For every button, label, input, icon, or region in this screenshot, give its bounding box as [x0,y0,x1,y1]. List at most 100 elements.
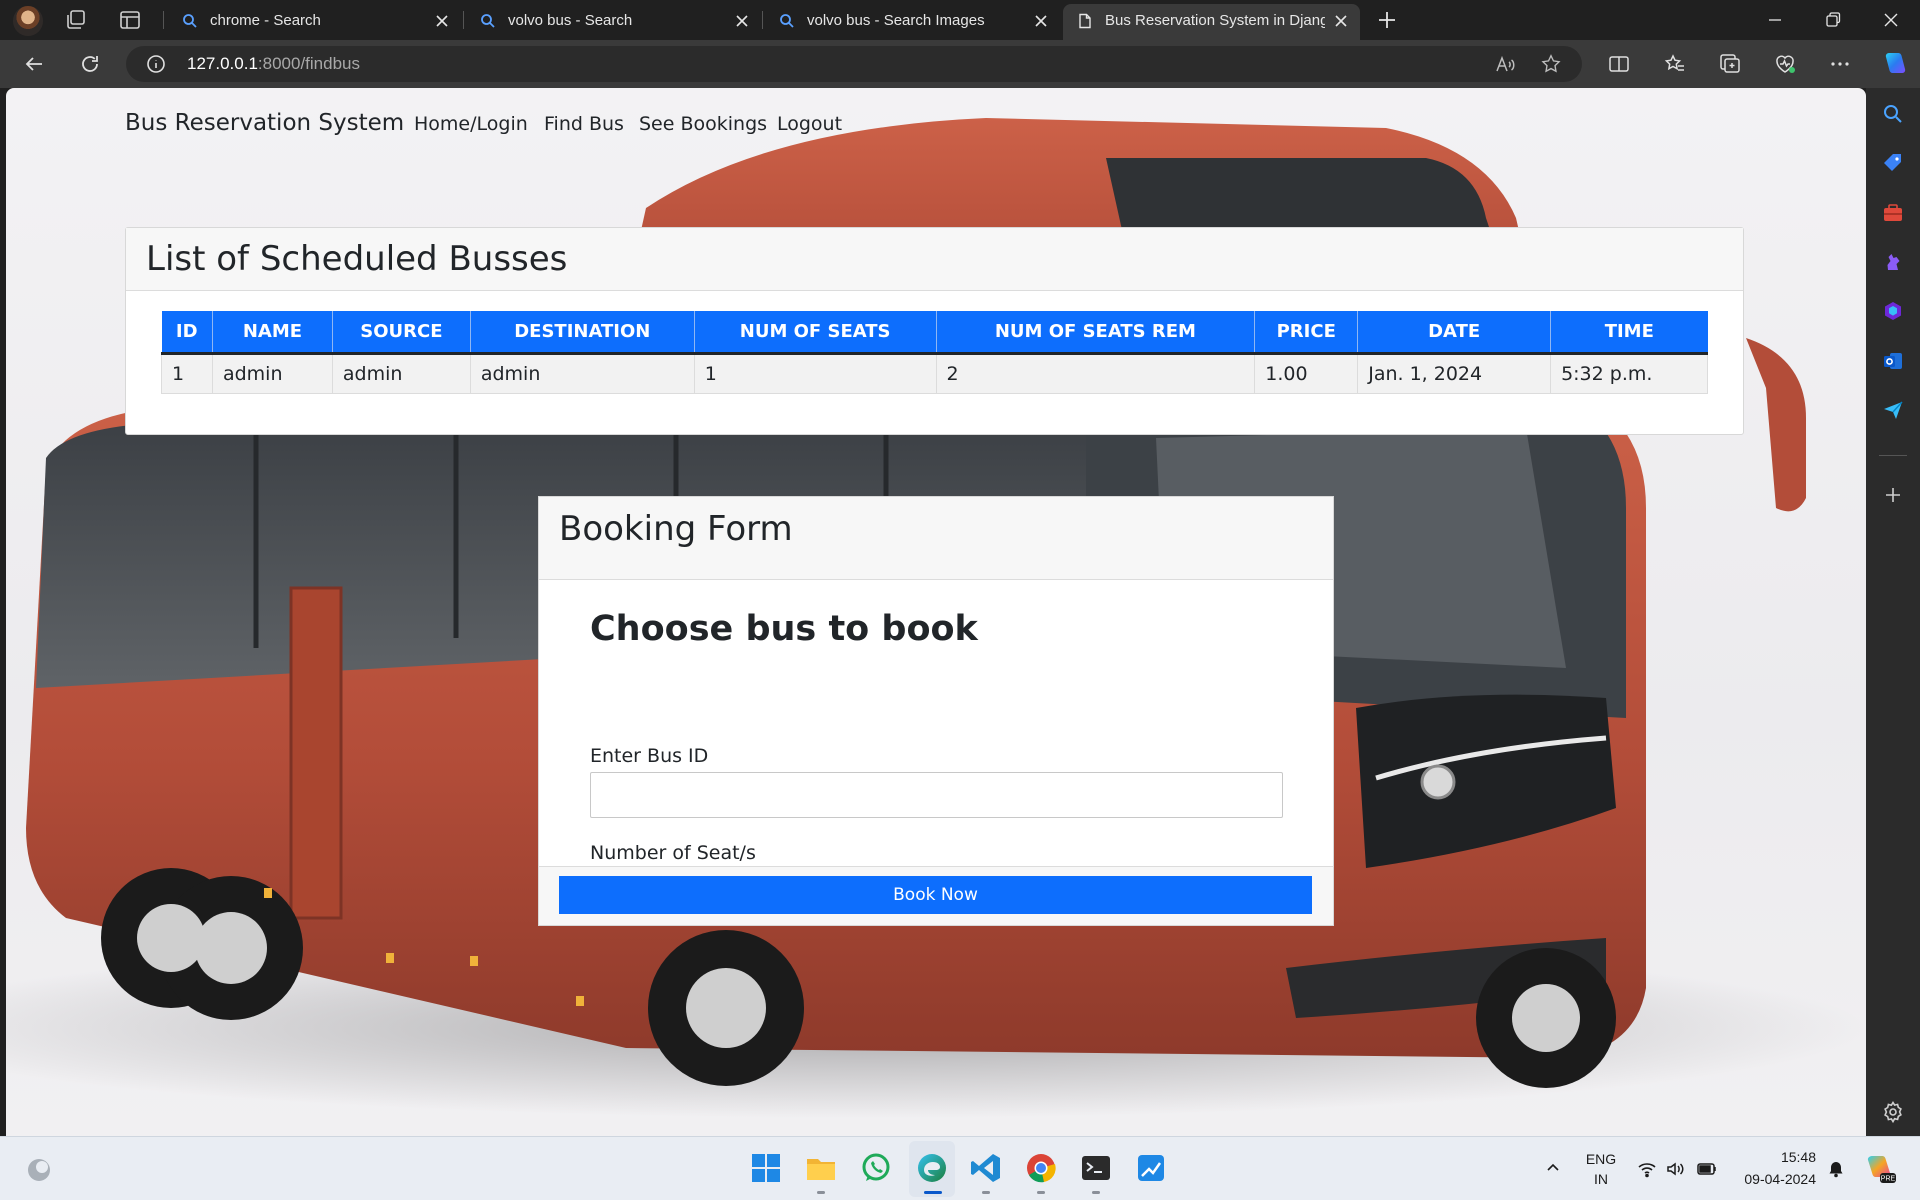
volume-icon[interactable] [1665,1159,1685,1179]
nav-see-bookings[interactable]: See Bookings [639,113,767,135]
outlook-icon[interactable] [1881,349,1905,373]
nav-logout[interactable]: Logout [777,113,842,135]
table-header-row: ID NAME SOURCE DESTINATION NUM OF SEATS … [161,311,1708,355]
chevron-up-icon[interactable] [1544,1159,1562,1177]
column-header-destination: DESTINATION [469,311,695,355]
collections-icon[interactable] [1718,52,1742,76]
tab-volvo-bus-images[interactable]: volvo bus - Search Images [765,4,1061,40]
search-icon [481,14,495,28]
edge-icon[interactable] [914,1150,950,1186]
booking-form-footer: Book Now [538,866,1334,926]
tab-chrome-search[interactable]: chrome - Search [168,4,460,40]
cell-date: Jan. 1, 2024 [1357,353,1551,394]
minimize-icon[interactable] [1763,8,1787,32]
split-screen-icon[interactable] [1607,52,1631,76]
card-header: List of Scheduled Busses [126,228,1743,291]
refresh-icon[interactable] [78,52,102,76]
sidebar-divider [1879,455,1907,456]
close-icon[interactable] [1333,13,1349,29]
shopping-tag-icon[interactable] [1881,151,1905,175]
cell-destination: admin [469,353,695,394]
tools-briefcase-icon[interactable] [1881,201,1905,225]
browser-essentials-icon[interactable] [1773,52,1797,76]
search-icon[interactable] [1881,102,1905,126]
read-aloud-icon[interactable] [1494,54,1516,76]
search-icon [780,14,794,28]
column-header-price: PRICE [1254,311,1358,355]
column-header-date: DATE [1357,311,1551,355]
nav-find-bus[interactable]: Find Bus [544,113,624,135]
site-brand[interactable]: Bus Reservation System [125,110,404,136]
language-region: IN [1594,1171,1608,1187]
paint-icon[interactable] [1133,1150,1169,1186]
site-navbar: Bus Reservation System Home/Login Find B… [6,88,1866,144]
tab-actions-icon[interactable] [118,8,142,32]
windows-start-icon[interactable] [748,1150,784,1186]
more-options-icon[interactable] [1828,52,1852,76]
copilot-icon[interactable] [1880,49,1910,79]
tab-title: chrome - Search [210,12,321,29]
file-explorer-icon[interactable] [803,1150,839,1186]
column-header-name: NAME [211,311,333,355]
nav-home-login[interactable]: Home/Login [414,113,528,135]
clock-date[interactable]: 09-04-2024 [1728,1171,1816,1187]
seats-label: Number of Seat/s [590,842,756,864]
table-row: 1 admin admin admin 1 2 1.00 Jan. 1, 202… [161,353,1708,394]
close-icon[interactable] [434,13,450,29]
new-tab-icon[interactable] [1375,8,1399,32]
tab-bus-reservation[interactable]: Bus Reservation System in Djang [1063,4,1360,40]
search-icon [183,14,197,28]
notification-bell-icon[interactable] [1826,1159,1846,1179]
whatsapp-icon[interactable] [858,1150,894,1186]
column-header-id: ID [161,311,213,355]
wifi-icon[interactable] [1637,1159,1657,1179]
cell-source: admin [331,353,471,394]
chrome-icon[interactable] [1023,1150,1059,1186]
back-icon[interactable] [22,52,46,76]
column-header-source: SOURCE [331,311,471,355]
vscode-icon[interactable] [968,1150,1004,1186]
scheduled-buses-card: List of Scheduled Busses ID NAME SOURCE … [125,227,1744,435]
tab-volvo-bus-search[interactable]: volvo bus - Search [466,4,762,40]
restore-icon[interactable] [1821,8,1845,32]
tab-title: Bus Reservation System in Djang [1105,12,1325,29]
address-bar[interactable]: 127.0.0.1:8000/findbus [126,46,1582,82]
card-header: Booking Form [539,497,1333,580]
bus-id-label: Enter Bus ID [590,745,709,767]
svg-text:PRE: PRE [1881,1176,1896,1183]
browser-toolbar: 127.0.0.1:8000/findbus [0,40,1920,88]
page-viewport: Bus Reservation System Home/Login Find B… [6,88,1866,1136]
cell-num-of-seats-rem: 2 [935,353,1255,394]
edge-sidebar [1866,88,1920,1136]
tab-title: volvo bus - Search [508,12,633,29]
bus-id-input[interactable] [590,772,1283,818]
booking-form-card: Booking Form Choose bus to book Enter Bu… [538,496,1334,926]
copilot-taskbar-icon[interactable]: PRE [1862,1151,1896,1185]
column-header-num-of-seats: NUM OF SEATS [693,311,937,355]
workspaces-icon[interactable] [64,8,88,32]
site-info-icon[interactable] [146,54,166,74]
column-header-time: TIME [1550,311,1708,355]
widgets-icon[interactable] [26,1157,52,1183]
cell-name: admin [211,353,333,394]
games-icon[interactable] [1881,250,1905,274]
page-icon [1079,13,1091,29]
book-now-button[interactable]: Book Now [559,876,1312,914]
profile-avatar[interactable] [13,6,43,36]
close-icon[interactable] [1033,13,1049,29]
favorites-icon[interactable] [1663,52,1687,76]
clock-time[interactable]: 15:48 [1728,1149,1816,1165]
battery-icon[interactable] [1696,1160,1718,1178]
copilot-sidebar-icon[interactable] [1881,299,1905,323]
settings-gear-icon[interactable] [1881,1100,1905,1124]
form-heading: Choose bus to book [590,609,978,649]
add-icon[interactable] [1881,483,1905,507]
url-text[interactable]: 127.0.0.1:8000/findbus [187,54,360,74]
close-window-icon[interactable] [1879,8,1903,32]
send-icon[interactable] [1881,398,1905,422]
favorite-star-icon[interactable] [1540,53,1562,75]
cell-time: 5:32 p.m. [1550,353,1708,394]
language-indicator[interactable]: ENG [1579,1151,1623,1167]
terminal-icon[interactable] [1078,1150,1114,1186]
close-icon[interactable] [734,13,750,29]
